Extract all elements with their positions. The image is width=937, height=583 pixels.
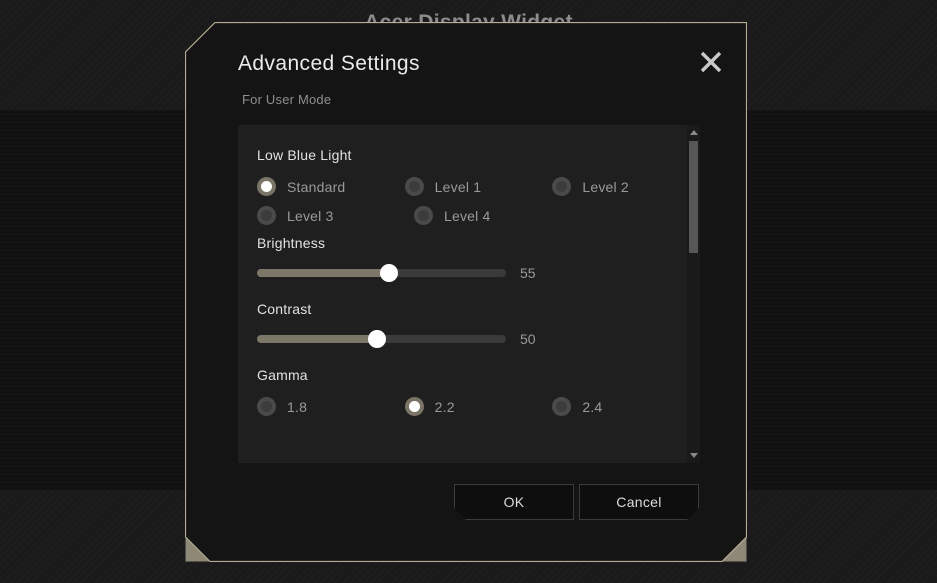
dialog-subtitle: For User Mode — [242, 92, 332, 107]
radio-indicator-icon — [552, 397, 571, 416]
brightness-value: 55 — [520, 265, 536, 281]
brightness-group: Brightness 55 — [257, 235, 700, 281]
brightness-track-fill — [257, 269, 389, 277]
contrast-value: 50 — [520, 331, 536, 347]
close-icon[interactable] — [693, 44, 729, 80]
brightness-label: Brightness — [257, 235, 326, 251]
radio-low-blue-light-level-3[interactable]: Level 3 — [257, 206, 414, 225]
brightness-slider[interactable] — [257, 269, 506, 277]
gamma-label: Gamma — [257, 367, 308, 383]
brightness-slider-thumb[interactable] — [380, 264, 398, 282]
radio-indicator-icon — [414, 206, 433, 225]
scrollbar-thumb[interactable] — [689, 141, 698, 253]
contrast-group: Contrast 50 — [257, 301, 700, 347]
radio-label: 2.4 — [582, 398, 603, 415]
dialog-title: Advanced Settings — [238, 52, 420, 75]
radio-low-blue-light-level-1[interactable]: Level 1 — [405, 177, 553, 196]
gamma-row: 1.8 2.2 2.4 — [257, 397, 700, 416]
low-blue-light-group: Low Blue Light Standard Level 1 Level 2 — [257, 147, 700, 225]
radio-indicator-icon — [257, 397, 276, 416]
radio-low-blue-light-level-4[interactable]: Level 4 — [414, 206, 571, 225]
cancel-button[interactable]: Cancel — [579, 484, 699, 520]
low-blue-light-row-1: Standard Level 1 Level 2 — [257, 177, 700, 196]
radio-low-blue-light-level-2[interactable]: Level 2 — [552, 177, 700, 196]
radio-label: 2.2 — [434, 398, 455, 415]
radio-label: Standard — [287, 178, 346, 195]
contrast-slider[interactable] — [257, 335, 506, 343]
radio-gamma-2-4[interactable]: 2.4 — [552, 397, 700, 416]
low-blue-light-label: Low Blue Light — [257, 147, 352, 163]
ok-button[interactable]: OK — [454, 484, 574, 520]
radio-label: Level 3 — [287, 207, 334, 224]
radio-label: 1.8 — [287, 398, 308, 415]
contrast-label: Contrast — [257, 301, 312, 317]
radio-indicator-icon — [257, 177, 276, 196]
radio-indicator-icon — [405, 177, 424, 196]
advanced-settings-dialog: Advanced Settings For User Mode Low Blue… — [185, 22, 747, 562]
contrast-slider-thumb[interactable] — [368, 330, 386, 348]
contrast-track-fill — [257, 335, 377, 343]
low-blue-light-row-2: Level 3 Level 4 — [257, 206, 700, 225]
radio-gamma-1-8[interactable]: 1.8 — [257, 397, 405, 416]
radio-indicator-icon — [405, 397, 424, 416]
chevron-down-icon[interactable] — [687, 449, 700, 462]
radio-label: Level 2 — [582, 178, 629, 195]
radio-label: Level 1 — [434, 178, 482, 195]
gamma-group: Gamma 1.8 2.2 2.4 — [257, 367, 700, 416]
chevron-up-icon[interactable] — [687, 126, 700, 139]
radio-indicator-icon — [257, 206, 276, 225]
panel-scrollbar[interactable] — [687, 125, 700, 463]
radio-label: Level 4 — [444, 207, 491, 224]
settings-scroll-panel: Low Blue Light Standard Level 1 Level 2 — [238, 125, 700, 463]
radio-gamma-2-2[interactable]: 2.2 — [405, 397, 553, 416]
radio-indicator-icon — [552, 177, 571, 196]
radio-low-blue-light-standard[interactable]: Standard — [257, 177, 405, 196]
